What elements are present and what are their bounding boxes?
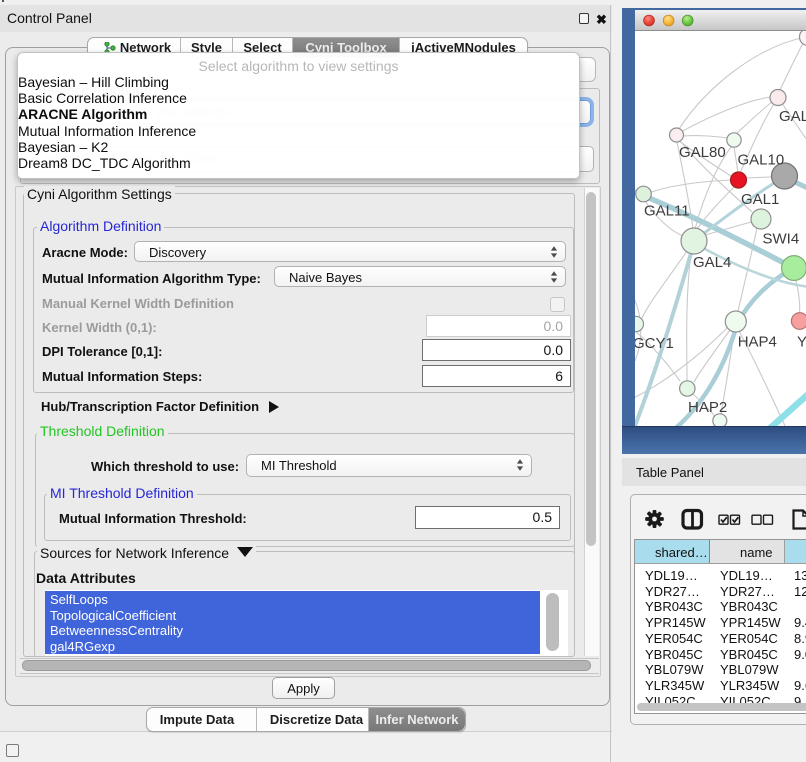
svg-text:GAL11: GAL11: [644, 203, 690, 220]
svg-text:SWI4: SWI4: [763, 231, 800, 248]
svg-text:GAL10: GAL10: [738, 152, 785, 169]
svg-text:GAL7: GAL7: [779, 108, 806, 125]
svg-text:GAL80: GAL80: [679, 144, 726, 161]
svg-text:YM: YM: [797, 334, 806, 351]
svg-text:HAP2: HAP2: [688, 399, 727, 416]
svg-text:GCY1: GCY1: [635, 335, 674, 352]
svg-text:GAL4: GAL4: [693, 254, 731, 271]
svg-text:HAP4: HAP4: [738, 334, 777, 351]
svg-text:GAL1: GAL1: [741, 191, 779, 208]
